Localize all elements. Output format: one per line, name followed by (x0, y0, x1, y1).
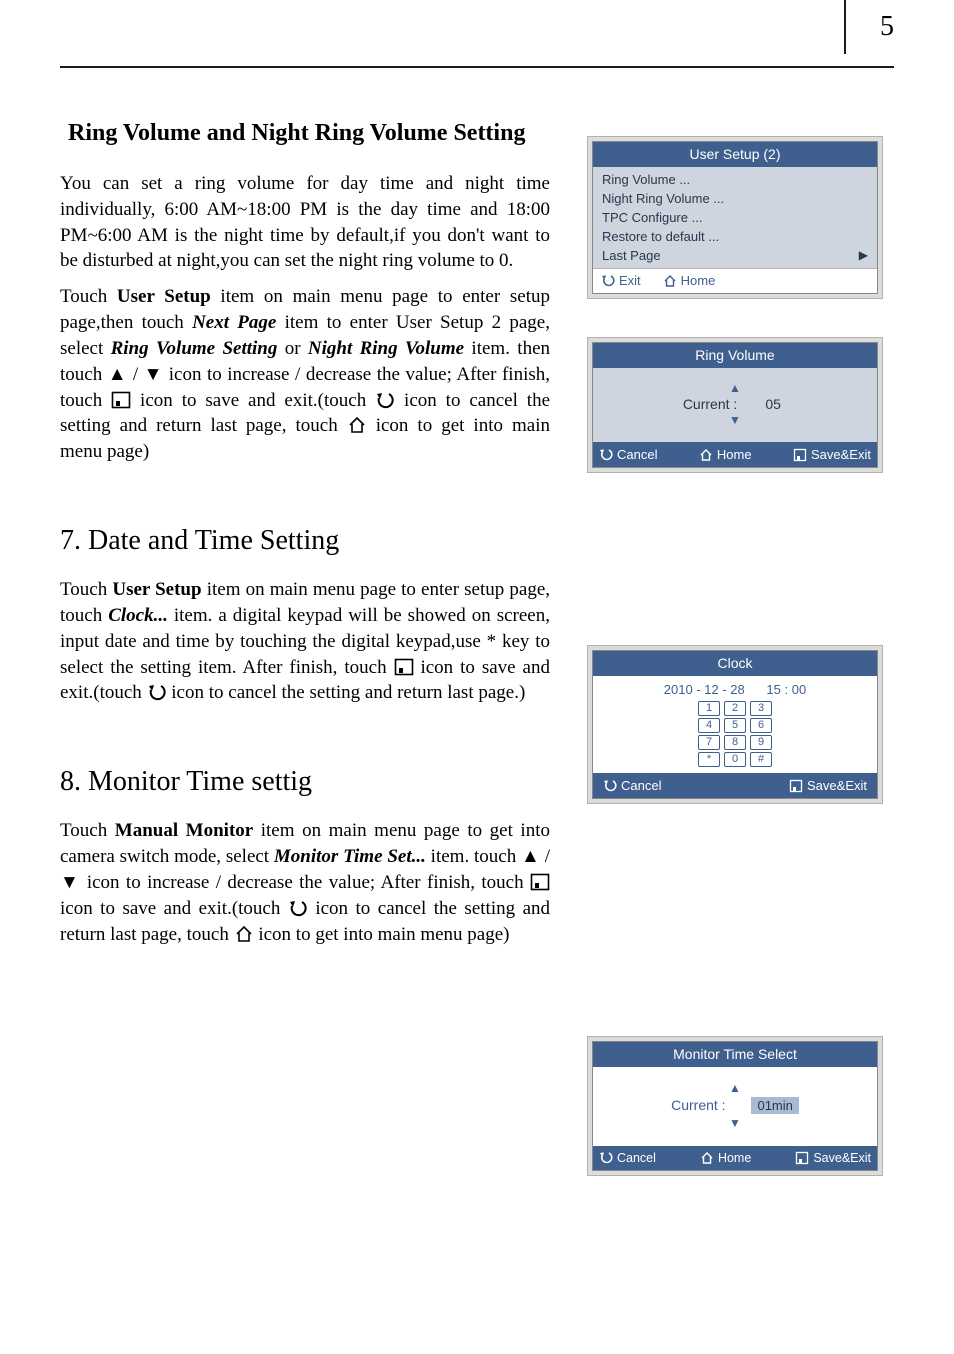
section-1-paragraph-2: Touch User Setup item on main menu page … (60, 284, 550, 465)
keypad-key-9[interactable]: 9 (750, 735, 772, 750)
footer-cancel-button[interactable]: Cancel (599, 447, 657, 462)
device-title: Monitor Time Select (593, 1042, 877, 1067)
header-horizontal-rule (60, 66, 894, 68)
footer-cancel-label: Cancel (617, 447, 657, 462)
device-footer: Cancel Home Save&Exit (593, 1146, 877, 1170)
footer-cancel-button[interactable]: Cancel (603, 778, 661, 793)
home-icon (663, 274, 677, 288)
footer-cancel-label: Cancel (621, 778, 661, 793)
device-footer: Exit Home (593, 268, 877, 293)
page-number-box: 5 (844, 0, 894, 54)
current-label: Current : (671, 1097, 725, 1113)
footer-exit-label: Exit (619, 273, 641, 288)
save-icon (111, 391, 131, 409)
footer-home-label: Home (681, 273, 716, 288)
page-header: 5 (60, 0, 894, 80)
keypad-key-star[interactable]: * (698, 752, 720, 767)
keypad-key-4[interactable]: 4 (698, 718, 720, 733)
menu-item-ring-volume[interactable]: Ring Volume ... (598, 170, 872, 189)
device-footer: Cancel Home Save&Exit (593, 442, 877, 467)
back-icon (288, 899, 308, 917)
back-icon (599, 1151, 613, 1165)
save-icon (793, 448, 807, 462)
keypad: 1 2 3 4 5 6 7 8 (601, 701, 869, 767)
home-icon (700, 1151, 714, 1165)
menu-item-restore-default[interactable]: Restore to default ... (598, 227, 872, 246)
back-icon (599, 448, 613, 462)
section-1-paragraph-1: You can set a ring volume for day time a… (60, 171, 550, 274)
footer-save-label: Save&Exit (813, 1151, 871, 1165)
home-icon (699, 448, 713, 462)
menu-item-last-page[interactable]: Last Page▶ (598, 246, 872, 265)
play-icon: ▶ (859, 248, 868, 263)
current-value: 05 (759, 396, 787, 412)
time-up-button[interactable]: ▲ (593, 1081, 877, 1095)
section-3-title: 8. Monitor Time settig (60, 766, 550, 798)
save-icon (795, 1151, 809, 1165)
keypad-key-3[interactable]: 3 (750, 701, 772, 716)
time-down-button[interactable]: ▼ (593, 1116, 877, 1130)
keypad-key-hash[interactable]: # (750, 752, 772, 767)
menu-item-night-ring-volume[interactable]: Night Ring Volume ... (598, 189, 872, 208)
keypad-key-5[interactable]: 5 (724, 718, 746, 733)
footer-save-button[interactable]: Save&Exit (789, 778, 867, 793)
current-label: Current : (683, 396, 737, 412)
keypad-key-8[interactable]: 8 (724, 735, 746, 750)
device-title: Clock (593, 651, 877, 676)
footer-save-label: Save&Exit (807, 778, 867, 793)
footer-cancel-button[interactable]: Cancel (599, 1151, 656, 1165)
back-icon (147, 683, 167, 701)
section-3-paragraph: Touch Manual Monitor item on main menu p… (60, 818, 550, 947)
device-footer: Cancel Save&Exit (593, 773, 877, 798)
footer-home-button[interactable]: Home (663, 273, 716, 288)
content-columns: Ring Volume and Night Ring Volume Settin… (60, 80, 894, 1214)
clock-time: 15 : 00 (766, 682, 806, 697)
ring-volume-body: ▲ Current : 05 ▼ (593, 368, 877, 442)
section-2-paragraph: Touch User Setup item on main menu page … (60, 577, 550, 706)
footer-save-button[interactable]: Save&Exit (793, 447, 871, 462)
footer-save-label: Save&Exit (811, 447, 871, 462)
device-title: User Setup (2) (593, 142, 877, 167)
home-icon (347, 416, 367, 434)
save-icon (394, 658, 414, 676)
current-value: 01min (751, 1097, 798, 1114)
footer-exit-button[interactable]: Exit (601, 273, 641, 288)
footer-cancel-label: Cancel (617, 1151, 656, 1165)
clock-date: 2010 - 12 - 28 (664, 682, 745, 697)
section-2-title: 7. Date and Time Setting (60, 525, 550, 557)
back-icon (603, 779, 617, 793)
keypad-key-2[interactable]: 2 (724, 701, 746, 716)
keypad-key-6[interactable]: 6 (750, 718, 772, 733)
keypad-key-0[interactable]: 0 (724, 752, 746, 767)
save-icon (789, 779, 803, 793)
back-icon (375, 391, 395, 409)
save-icon (530, 873, 550, 891)
page: 5 Ring Volume and Night Ring Volume Sett… (0, 0, 954, 1254)
footer-home-button[interactable]: Home (699, 447, 752, 462)
volume-up-button[interactable]: ▲ (593, 382, 877, 394)
menu-item-tpc-configure[interactable]: TPC Configure ... (598, 208, 872, 227)
footer-home-button[interactable]: Home (700, 1151, 751, 1165)
device-menu-list: Ring Volume ... Night Ring Volume ... TP… (593, 167, 877, 268)
home-icon (234, 925, 254, 943)
page-number: 5 (880, 0, 894, 54)
device-title: Ring Volume (593, 343, 877, 368)
footer-save-button[interactable]: Save&Exit (795, 1151, 871, 1165)
header-vertical-divider (844, 0, 846, 54)
device-user-setup: User Setup (2) Ring Volume ... Night Rin… (587, 136, 883, 299)
monitor-body: ▲ Current : 01min ▼ (593, 1067, 877, 1146)
device-clock: Clock 2010 - 12 - 28 15 : 00 1 2 3 (587, 645, 883, 804)
back-icon (601, 274, 615, 288)
volume-down-button[interactable]: ▼ (593, 414, 877, 426)
section-1-title: Ring Volume and Night Ring Volume Settin… (68, 120, 550, 147)
clock-body: 2010 - 12 - 28 15 : 00 1 2 3 4 (593, 676, 877, 773)
device-monitor: Monitor Time Select ▲ Current : 01min ▼ … (587, 1036, 883, 1176)
footer-home-label: Home (718, 1151, 751, 1165)
device-ring-volume: Ring Volume ▲ Current : 05 ▼ Cancel (587, 337, 883, 473)
keypad-key-1[interactable]: 1 (698, 701, 720, 716)
keypad-key-7[interactable]: 7 (698, 735, 720, 750)
text-column: Ring Volume and Night Ring Volume Settin… (60, 80, 550, 1214)
footer-home-label: Home (717, 447, 752, 462)
illustration-column: User Setup (2) Ring Volume ... Night Rin… (576, 80, 894, 1214)
